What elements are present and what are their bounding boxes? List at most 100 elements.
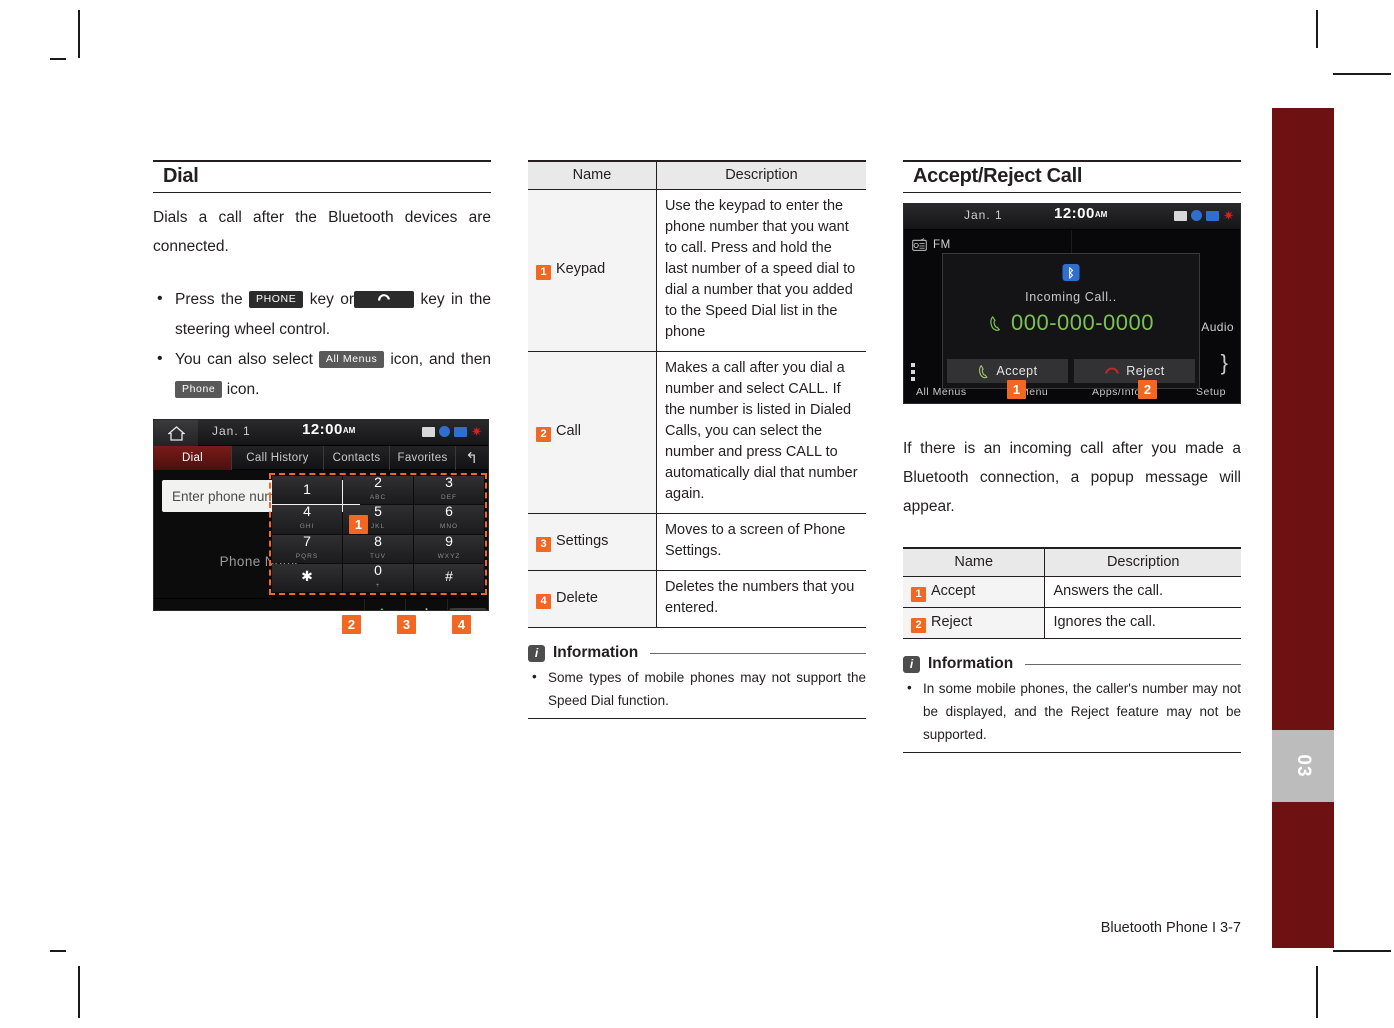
- keypad-key-6[interactable]: 6 MNO: [414, 504, 484, 534]
- table-cell-name: 1 Keypad: [528, 189, 657, 352]
- callout-badge-3: 3: [397, 615, 416, 634]
- crop-mark-bottom-left-vertical: [78, 966, 80, 1018]
- tab-dial-label: Dial: [181, 452, 203, 464]
- keypad-key-2[interactable]: 2 ABC: [343, 474, 413, 505]
- chapter-edge-tab: 03: [1272, 108, 1334, 948]
- keypad-key-hash[interactable]: #: [414, 563, 484, 592]
- dial-bullet-list: Press the PHONE key or key in the steeri…: [153, 284, 492, 405]
- key-digit: ✱: [301, 568, 313, 585]
- table-cell-name: 3 Settings: [528, 513, 657, 571]
- dial-description-table: Name Description 1 Keypad Use the keypad …: [528, 160, 866, 628]
- keypad-key-4[interactable]: 4 GHI: [272, 503, 342, 534]
- tab-contacts-label: Contacts: [332, 452, 381, 464]
- dial-screen-status-bar: Jan. 1 12:00AM ✷: [154, 420, 488, 446]
- key-sub: ABC: [369, 494, 387, 502]
- table-header-name: Name: [903, 547, 1046, 577]
- accept-information-list: In some mobile phones, the caller's numb…: [903, 676, 1241, 746]
- row-name: Keypad: [556, 261, 606, 277]
- keypad-key-3[interactable]: 3 DEF: [414, 474, 484, 505]
- bluetooth-icon: [439, 426, 451, 437]
- table-header-description: Description: [656, 160, 866, 190]
- keypad-key-8[interactable]: 8 TUV: [343, 534, 413, 563]
- nav-item-setup[interactable]: Setup: [1196, 386, 1226, 398]
- info-divider: [1025, 663, 1241, 665]
- row-badge: 1: [536, 265, 551, 280]
- audio-label: Audio: [1201, 320, 1234, 334]
- keypad-key-1[interactable]: 1: [272, 476, 342, 505]
- reject-button[interactable]: Reject: [1074, 359, 1195, 383]
- accept-label: Accept: [996, 364, 1038, 378]
- reject-label: Reject: [1126, 364, 1165, 378]
- table-header-row: Name Description: [528, 160, 866, 190]
- table-row: 3 Settings Moves to a screen of Phone Set…: [528, 513, 866, 571]
- dial-bullet-2: You can also select All Menus icon, and …: [153, 344, 492, 405]
- status-date: Jan. 1: [212, 424, 251, 438]
- info-bottom-rule: [528, 718, 866, 719]
- row-name: Call: [556, 423, 581, 439]
- popup-title: Incoming Call..: [1025, 290, 1117, 304]
- table-cell-description: Ignores the call.: [1044, 607, 1241, 639]
- status-time-ampm: AM: [342, 426, 356, 435]
- audio-label-text: Audio: [1201, 320, 1234, 334]
- asterisk-icon: ✷: [471, 423, 482, 439]
- row-badge: 2: [536, 427, 551, 442]
- signal-icon: [1206, 210, 1220, 221]
- accept-section-heading: Accept/Reject Call: [903, 160, 1241, 193]
- info-item: In some mobile phones, the caller's numb…: [903, 676, 1241, 746]
- incoming-status-bar: Jan. 1 12:00AM ✷: [904, 204, 1240, 230]
- delete-button[interactable]: ⌫: [446, 599, 488, 610]
- key-digit: 7: [303, 532, 311, 549]
- tab-dial[interactable]: Dial: [154, 446, 232, 470]
- accept-paragraph: If there is an incoming call after you m…: [903, 440, 1241, 515]
- tab-favorites[interactable]: Favorites: [390, 446, 456, 470]
- back-arrow-icon[interactable]: ↰: [465, 449, 478, 467]
- callout-badge-accept: 1: [1007, 380, 1026, 399]
- keypad-key-9[interactable]: 9 WXYZ: [414, 534, 484, 563]
- callout-badge-4: 4: [452, 615, 471, 634]
- callout-badge-1: 1: [349, 515, 368, 534]
- dial-keypad[interactable]: 1 2 ABC 3 DEF 4 GHI 5 JKL 6 MNO 7 PQRS 8 TUV 9 W…: [269, 473, 487, 595]
- key-digit: 0: [374, 561, 382, 578]
- battery-icon: [422, 426, 436, 437]
- info-icon: i: [903, 655, 920, 673]
- callout-badge-2: 2: [342, 615, 361, 634]
- gear-icon: [421, 608, 432, 610]
- incoming-call-popup: ᛒ Incoming Call.. 000-000-0000 Accept Re…: [942, 253, 1200, 389]
- popup-bluetooth-icon: ᛒ: [1062, 264, 1080, 281]
- key-digit: 3: [445, 474, 453, 491]
- call-incoming-icon: [990, 315, 1001, 331]
- bullet-2-pre: You can also select: [175, 351, 313, 368]
- table-cell-description: Makes a call after you dial a number and…: [656, 351, 866, 514]
- status-time: 12:00AM: [1054, 205, 1107, 222]
- crop-mark-top-left-vertical: [78, 10, 80, 58]
- home-icon[interactable]: [154, 420, 198, 446]
- status-date: Jan. 1: [964, 208, 1003, 222]
- info-divider: [650, 652, 866, 654]
- key-sub: +: [375, 581, 381, 589]
- tab-contacts[interactable]: Contacts: [324, 446, 390, 470]
- row-badge: 2: [911, 618, 926, 633]
- call-button[interactable]: [364, 599, 405, 610]
- status-time: 12:00AM: [302, 421, 355, 438]
- column-dial-table: Name Description 1 Keypad Use the keypad …: [528, 160, 866, 719]
- battery-icon: [1174, 210, 1188, 221]
- key-sub: MNO: [439, 523, 459, 531]
- key-sub: DEF: [441, 494, 457, 502]
- key-digit: 4: [303, 503, 311, 520]
- crop-mark-bottom-left-horizontal: [50, 950, 66, 952]
- settings-button[interactable]: [405, 599, 446, 610]
- radio-icon: [912, 238, 927, 251]
- bullet-2-mid: icon, and then: [390, 351, 492, 368]
- keypad-key-7[interactable]: 7 PQRS: [272, 532, 342, 563]
- key-sub: PQRS: [295, 552, 319, 560]
- action-bar-spacer: [154, 599, 364, 610]
- tab-call-history[interactable]: Call History: [232, 446, 324, 470]
- crop-mark-top-left-horizontal: [50, 58, 66, 60]
- key-digit: 2: [374, 474, 382, 491]
- info-icon: i: [528, 644, 545, 662]
- popup-number: 000-000-0000: [1010, 310, 1154, 335]
- keypad-key-0[interactable]: 0 +: [343, 561, 413, 592]
- crop-mark-bottom-right-vertical: [1316, 966, 1318, 1018]
- status-time-value: 12:00: [302, 421, 343, 438]
- keypad-key-star[interactable]: ✱: [272, 563, 342, 592]
